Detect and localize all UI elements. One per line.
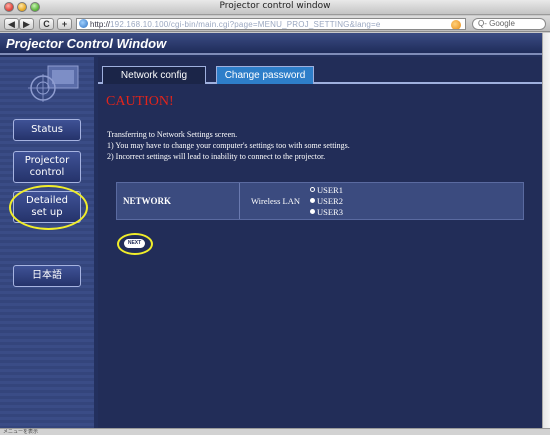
page-header: Projector Control Window [0,33,542,55]
sidebar-item-japanese[interactable]: 日本語 [13,265,81,287]
add-bookmark-button[interactable]: + [57,18,72,30]
radio-label: USER1 [317,185,343,195]
tab-network-config[interactable]: Network config [102,66,206,84]
back-button[interactable]: ◀ [4,18,19,30]
search-input[interactable]: Q- Google [472,18,546,30]
tab-change-password[interactable]: Change password [216,66,314,84]
radio-selected-icon [310,187,315,192]
sidebar-item-status[interactable]: Status [13,119,81,141]
page-title: Projector Control Window [6,36,167,51]
window-title: Projector control window [219,1,331,11]
radio-label: USER3 [317,207,343,217]
radio-unselected-icon [310,209,315,214]
radio-unselected-icon [310,198,315,203]
message-line: Transferring to Network Settings screen. [107,130,238,139]
message-line: 1) You may have to change your computer'… [107,141,350,150]
highlight-circle [117,233,153,255]
tab-bar: Network config Change password [98,66,542,84]
radio-label: USER2 [317,196,343,206]
rss-icon[interactable] [451,20,461,29]
reload-button[interactable]: C [39,18,54,30]
url-scheme: http:// [90,20,111,29]
main-panel: Network config Change password CAUTION! … [98,57,542,428]
caution-message: Transferring to Network Settings screen.… [107,129,537,162]
projector-lens-logo-icon [28,65,79,102]
network-settings-table: NETWORK Wireless LAN USER1 USER2 USER3 [116,182,524,220]
browser-toolbar: ◀ ▶ C + http://192.168.10.100/cgi-bin/ma… [0,16,550,32]
sidebar-item-projector-control[interactable]: Projector control [13,151,81,183]
radio-user2[interactable]: USER2 [310,196,343,206]
url-path: 192.168.10.100/cgi-bin/main.cgi?page=MEN… [110,20,381,29]
sidebar-item-label: Projector [24,155,70,166]
highlight-circle [9,185,88,230]
status-text: メニューを表示 [3,429,39,435]
browser-status-bar: メニューを表示 [0,428,550,435]
caution-heading: CAUTION! [106,94,174,109]
network-label: NETWORK [123,196,172,206]
window-titlebar: Projector control window [0,0,550,15]
radio-user3[interactable]: USER3 [310,207,343,217]
wireless-lan-label: Wireless LAN [251,196,300,206]
page-content: Projector Control Window Status Projecto… [0,33,542,428]
radio-user1[interactable]: USER1 [310,185,343,195]
address-bar[interactable]: http://192.168.10.100/cgi-bin/main.cgi?p… [76,18,466,30]
vertical-scrollbar[interactable] [542,33,550,428]
forward-button[interactable]: ▶ [19,18,34,30]
message-line: 2) Incorrect settings will lead to inabi… [107,152,326,161]
sidebar-item-label: control [29,167,65,178]
globe-icon [79,19,88,28]
sidebar: Status Projector control Detailed set up… [0,57,94,428]
